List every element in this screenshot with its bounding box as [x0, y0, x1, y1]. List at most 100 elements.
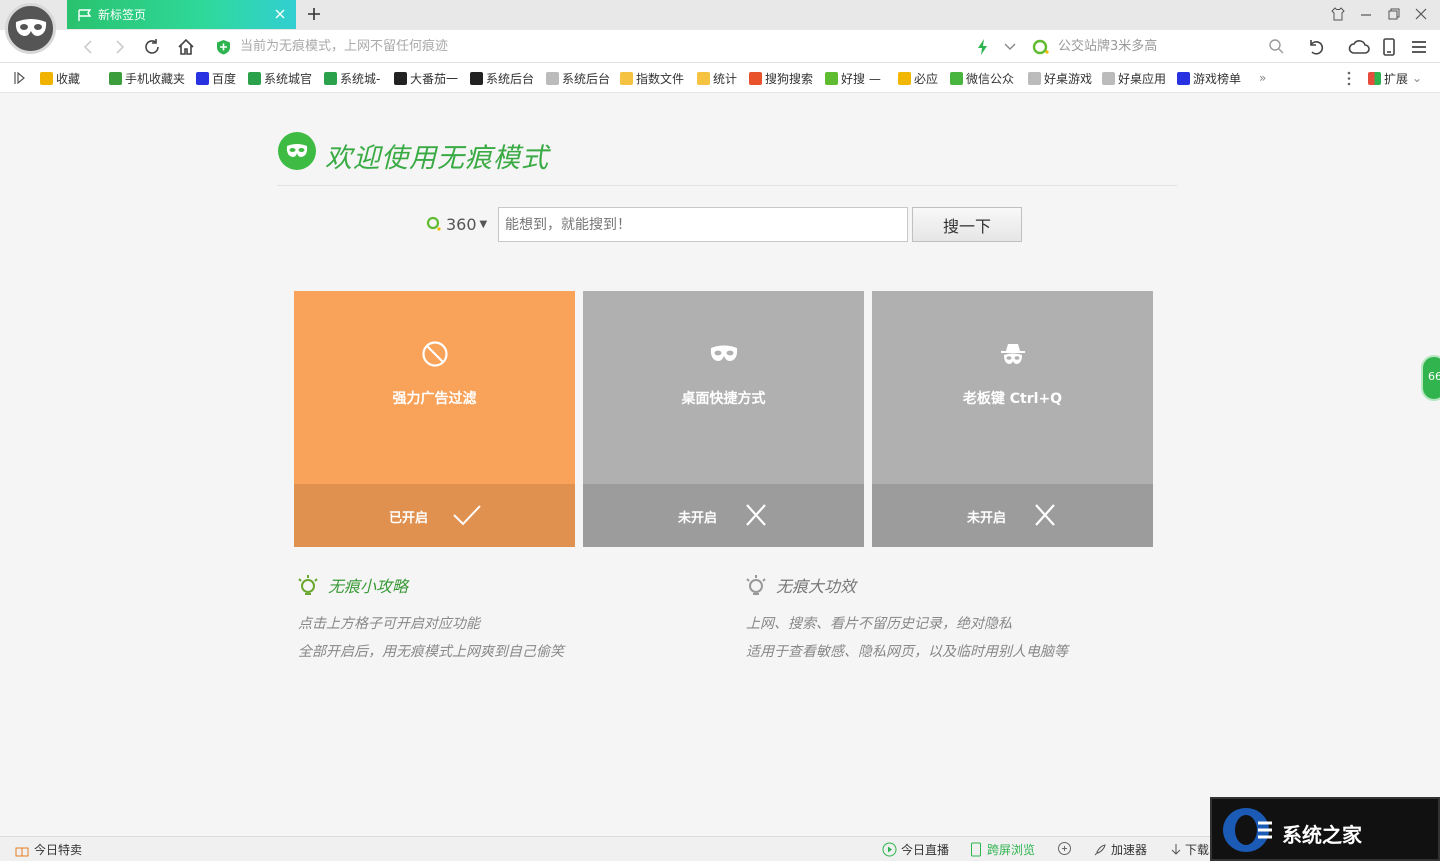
so360-icon: [1032, 39, 1049, 55]
card-status-bar[interactable]: 未开启: [583, 484, 864, 547]
download-button[interactable]: 下载: [1170, 841, 1209, 858]
tips-right-title: 无痕大功效: [776, 577, 857, 596]
bookmark-item[interactable]: 指数文件: [620, 70, 684, 86]
bookmark-item[interactable]: 系统城-: [324, 70, 380, 86]
tips-left-line-1: 点击上方格子可开启对应功能: [298, 616, 480, 632]
bookmark-icon: [324, 71, 337, 85]
restore-button[interactable]: [1386, 6, 1402, 22]
accelerator-button[interactable]: 加速器: [1093, 841, 1147, 858]
chevron-down-icon[interactable]: [1002, 40, 1018, 54]
download-label: 下载: [1185, 843, 1210, 857]
card-status: 已开启: [389, 511, 429, 526]
play-icon: [882, 842, 897, 857]
close-window-button[interactable]: [1413, 6, 1429, 22]
bookmark-label: 统计: [713, 71, 738, 86]
search-engine-selector[interactable]: 360 ▼: [426, 214, 487, 234]
bookmark-item[interactable]: 游戏榜单: [1177, 70, 1241, 86]
address-text[interactable]: 当前为无痕模式，上网不留任何痕迹: [240, 38, 448, 56]
minimize-button[interactable]: [1358, 6, 1374, 22]
tips-left-title: 无痕小攻略: [328, 577, 409, 596]
bookmark-icon: [248, 71, 261, 85]
bookmark-icon: [825, 71, 838, 85]
home-icon[interactable]: [176, 37, 196, 57]
shield-icon[interactable]: [216, 39, 231, 55]
sidebar-toggle-icon[interactable]: [12, 70, 26, 86]
close-icon: [746, 504, 766, 526]
back-icon[interactable]: [78, 37, 98, 57]
incognito-icon: [1000, 344, 1025, 364]
accelerate-icon[interactable]: [976, 38, 990, 56]
bookmark-item[interactable]: 统计: [697, 70, 737, 86]
search-button[interactable]: 搜一下: [912, 207, 1022, 242]
more-vertical-icon[interactable]: [1345, 71, 1353, 86]
tips-right-heading: 无痕大功效: [744, 572, 856, 598]
bookmark-item[interactable]: 手机收藏夹: [109, 70, 185, 86]
bookmark-item[interactable]: 微信公众: [950, 70, 1014, 86]
new-tab-button[interactable]: [305, 5, 323, 23]
bookmark-label: 系统后台: [486, 71, 535, 86]
lightbulb-icon: [298, 575, 318, 595]
floating-ball[interactable]: 66: [1421, 355, 1440, 401]
bookmark-item[interactable]: 系统后台: [546, 70, 610, 86]
mobile-icon[interactable]: [1381, 37, 1397, 57]
skin-icon[interactable]: [1330, 6, 1346, 22]
sync-icon[interactable]: [1057, 841, 1072, 856]
ban-icon: [421, 341, 448, 367]
search-icon[interactable]: [1268, 38, 1285, 55]
bookmark-label: 微信公众: [966, 71, 1015, 86]
cloud-icon[interactable]: [1348, 37, 1370, 57]
tips-left-line-2: 全部开启后，用无痕模式上网爽到自己偷笑: [298, 644, 564, 660]
bookmark-label: 好搜 —: [841, 71, 881, 86]
card-ad-filter[interactable]: 强力广告过滤 已开启: [294, 291, 575, 547]
bookmark-item[interactable]: 收藏: [40, 70, 80, 86]
undo-close-tab-icon[interactable]: [1306, 37, 1326, 57]
card-status-bar[interactable]: 已开启: [294, 484, 575, 547]
card-label: 老板键 Ctrl+Q: [962, 391, 1063, 407]
bookmark-item[interactable]: 搜狗搜索: [749, 70, 813, 86]
incognito-logo-icon[interactable]: [5, 3, 56, 54]
tips-left-heading: 无痕小攻略: [296, 572, 408, 598]
bookmarks-overflow-icon[interactable]: »: [1259, 70, 1266, 86]
card-desktop-shortcut[interactable]: 桌面快捷方式 未开启: [583, 291, 864, 547]
bookmark-icon: [697, 71, 710, 85]
search-input[interactable]: [498, 207, 908, 242]
bookmark-label: 大番茄一: [410, 71, 459, 86]
tab-new-tab[interactable]: 新标签页: [67, 0, 296, 29]
bookmark-item[interactable]: 必应: [898, 70, 938, 86]
card-status-bar[interactable]: 未开启: [872, 484, 1153, 547]
extensions-button[interactable]: 扩展 ⌄: [1368, 70, 1422, 86]
bookmark-label: 百度: [212, 71, 237, 86]
forward-icon[interactable]: [110, 37, 130, 57]
menu-icon[interactable]: [1410, 37, 1428, 57]
card-boss-key[interactable]: 老板键 Ctrl+Q 未开启: [872, 291, 1153, 547]
bookmark-item[interactable]: 系统城官: [248, 70, 312, 86]
bookmark-item[interactable]: 百度: [196, 70, 236, 86]
refresh-icon[interactable]: [142, 37, 162, 57]
close-tab-icon[interactable]: [272, 6, 288, 22]
bookmark-label: 收藏: [56, 71, 81, 86]
bookmark-icon: [1177, 71, 1190, 85]
toolbar-search-input[interactable]: 公交站牌3米多高: [1058, 38, 1157, 56]
download-icon: [1171, 843, 1181, 855]
extensions-icon: [1368, 71, 1381, 85]
today-sale-button[interactable]: 今日特卖: [15, 841, 82, 858]
bookmark-icon: [950, 71, 963, 85]
bookmark-label: 系统城官: [264, 71, 313, 86]
bookmark-icon: [394, 71, 407, 85]
bookmark-item[interactable]: 好桌游戏: [1028, 70, 1092, 86]
bookmark-icon: [546, 71, 559, 85]
live-button[interactable]: 今日直播: [882, 841, 949, 858]
bookmark-icon: [470, 71, 483, 85]
bookmark-label: 指数文件: [636, 71, 685, 86]
bookmark-item[interactable]: 好搜 —: [825, 70, 881, 86]
bookmark-item[interactable]: 大番茄一: [394, 70, 458, 86]
bookmark-item[interactable]: 系统后台: [470, 70, 534, 86]
card-label: 桌面快捷方式: [681, 391, 766, 407]
bookmark-icon: [1028, 71, 1041, 85]
floating-ball-label: 66: [1428, 370, 1440, 383]
extensions-label: 扩展: [1384, 71, 1409, 86]
card-label: 强力广告过滤: [392, 391, 477, 407]
bookmark-label: 游戏榜单: [1193, 71, 1242, 86]
cross-screen-button[interactable]: 跨屏浏览: [970, 841, 1035, 858]
bookmark-item[interactable]: 好桌应用: [1102, 70, 1166, 86]
